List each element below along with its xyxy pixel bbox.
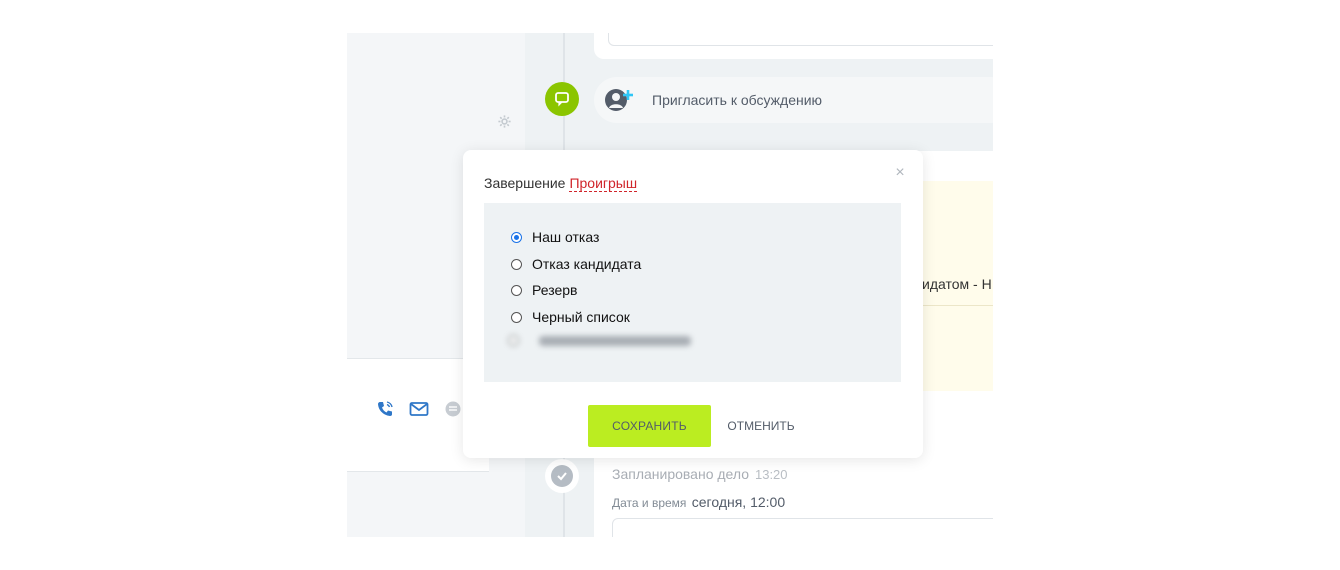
check-icon — [551, 465, 573, 487]
option-redacted[interactable] — [508, 335, 691, 346]
radio-our-refusal[interactable] — [511, 231, 522, 243]
message-icon[interactable] — [443, 399, 463, 419]
add-user-icon — [604, 86, 636, 114]
timeline-entry-text: идатом - Н — [922, 276, 992, 292]
option-label: Отказ кандидата — [532, 256, 642, 272]
radio-candidate-refusal[interactable] — [511, 258, 522, 270]
option-reserve[interactable]: Резерв — [511, 282, 577, 298]
option-label: Черный список — [532, 309, 630, 325]
comment-input[interactable] — [608, 33, 993, 46]
invite-to-discussion[interactable]: Пригласить к обсуждению — [594, 77, 993, 123]
result-status[interactable]: Проигрыш — [569, 175, 638, 192]
close-icon[interactable]: × — [893, 165, 907, 181]
dialog-title: Завершение Проигрыш — [484, 175, 638, 192]
radio-redacted[interactable] — [508, 335, 519, 346]
contact-actions — [375, 399, 463, 419]
done-marker — [545, 459, 579, 493]
planned-date-label: Дата и время — [612, 496, 687, 510]
dialog-title-prefix: Завершение — [484, 175, 566, 191]
phone-icon[interactable] — [375, 399, 395, 419]
comment-card — [594, 33, 993, 59]
activity-comment-input[interactable] — [612, 518, 993, 537]
chat-bubble-icon — [545, 82, 579, 116]
option-label: Резерв — [532, 282, 578, 298]
redacted-label — [539, 335, 691, 346]
planned-date-value: сегодня, 12:00 — [691, 494, 786, 510]
option-label: Наш отказ — [532, 229, 600, 245]
gear-icon[interactable] — [498, 115, 512, 129]
radio-blacklist[interactable] — [511, 311, 522, 323]
mail-icon[interactable] — [409, 399, 429, 419]
save-button[interactable]: СОХРАНИТЬ — [588, 405, 711, 447]
planned-activity-date: Дата и время сегодня, 12:00 — [612, 494, 785, 510]
option-blacklist[interactable]: Черный список — [511, 309, 630, 325]
reason-options: Наш отказ Отказ кандидата Резерв Черный … — [484, 203, 901, 382]
divider — [922, 305, 993, 306]
cancel-button[interactable]: ОТМЕНИТЬ — [717, 405, 805, 447]
finish-dialog: Завершение Проигрыш × Наш отказ Отказ кан… — [463, 150, 923, 458]
radio-reserve[interactable] — [511, 284, 522, 296]
planned-activity-title: Запланировано дело 13:20 — [612, 466, 788, 482]
planned-activity-time: 13:20 — [754, 467, 788, 482]
option-our-refusal[interactable]: Наш отказ — [511, 229, 599, 245]
invite-label: Пригласить к обсуждению — [652, 92, 823, 108]
planned-activity-label: Запланировано дело — [612, 466, 749, 482]
option-candidate-refusal[interactable]: Отказ кандидата — [511, 256, 641, 272]
